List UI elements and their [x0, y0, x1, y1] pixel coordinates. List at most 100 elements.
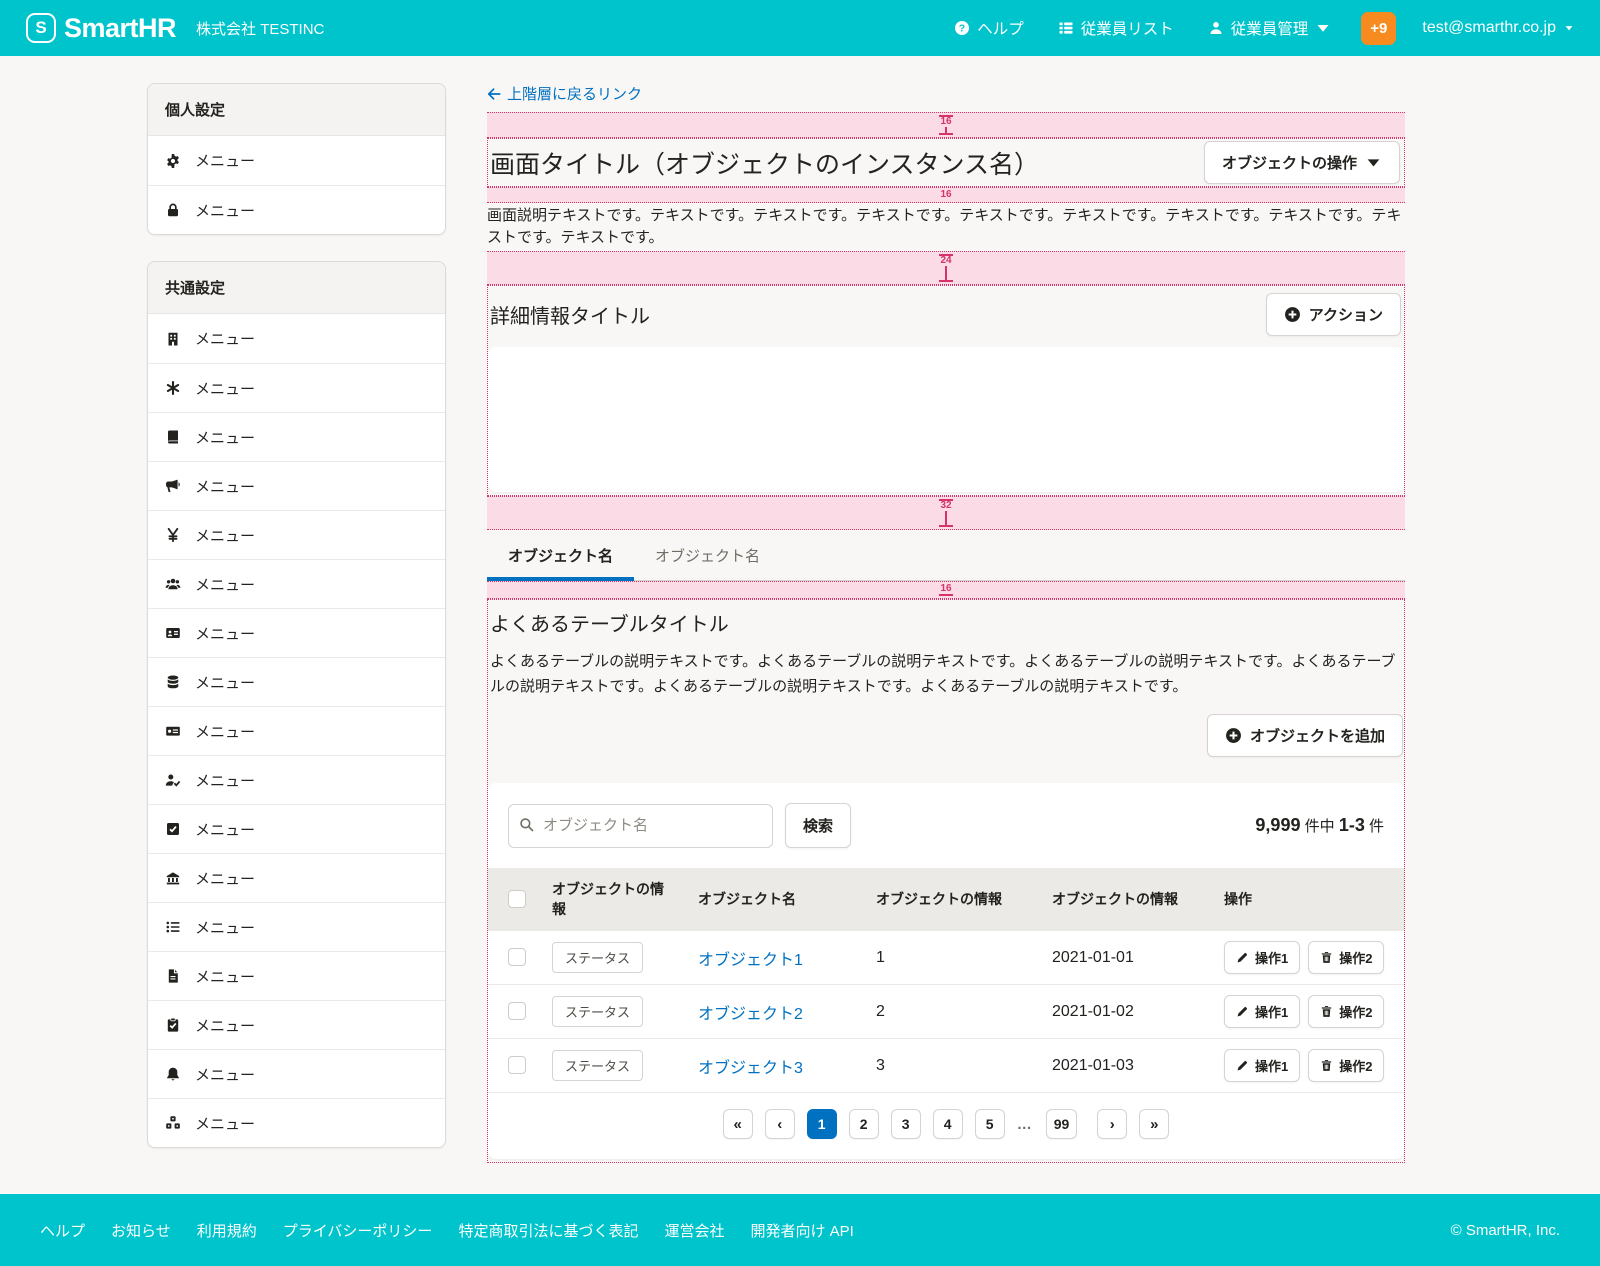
delete-button[interactable]: 操作2 [1308, 995, 1384, 1028]
page-button-3[interactable]: 3 [891, 1109, 921, 1139]
sidebar-item-menu[interactable]: メニュー [148, 314, 445, 363]
user-check-icon [165, 772, 181, 788]
footer-link-news[interactable]: お知らせ [111, 1220, 171, 1241]
action-button[interactable]: アクション [1266, 293, 1401, 336]
help-icon: ? [954, 20, 970, 36]
footer-link-commerce[interactable]: 特定商取引法に基づく表記 [458, 1220, 638, 1241]
object-link[interactable]: オブジェクト1 [698, 952, 803, 969]
trash-icon [1320, 951, 1333, 964]
footer-link-privacy[interactable]: プライバシーポリシー [283, 1220, 433, 1241]
smarthr-logo[interactable]: S SmartHR [26, 13, 176, 44]
asterisk-icon [165, 380, 181, 396]
nav-help[interactable]: ? ヘルプ [954, 17, 1024, 39]
add-object-button[interactable]: オブジェクトを追加 [1207, 714, 1403, 757]
sidebar-item-menu[interactable]: メニュー [148, 804, 445, 853]
sidebar-item-menu[interactable]: メニュー [148, 185, 445, 234]
row-checkbox[interactable] [508, 1002, 526, 1020]
circle-plus-icon [1225, 727, 1242, 744]
page-button-1[interactable]: 1 [807, 1109, 837, 1139]
prev-page-button[interactable]: ‹ [765, 1109, 795, 1139]
sidebar-group-title: 共通設定 [148, 262, 445, 314]
sidebar-item-menu[interactable]: メニュー [148, 853, 445, 902]
id-card-icon [165, 625, 181, 641]
nav-employee-admin[interactable]: 従業員管理 [1208, 17, 1332, 39]
tab-object-name-2[interactable]: オブジェクト名 [634, 533, 781, 580]
footer-link-developer-api[interactable]: 開発者向け API [750, 1220, 853, 1241]
chevron-down-icon [1365, 154, 1382, 171]
account-menu[interactable]: test@smarthr.co.jp [1422, 19, 1574, 37]
notification-badge[interactable]: +9 [1361, 12, 1396, 45]
sidebar-item-menu[interactable]: メニュー [148, 951, 445, 1000]
users-icon [165, 576, 181, 592]
sidebar-item-menu[interactable]: メニュー [148, 1098, 445, 1147]
trash-icon [1320, 1059, 1333, 1072]
yen-icon [165, 527, 181, 543]
delete-button[interactable]: 操作2 [1308, 1049, 1384, 1082]
spacing-value: 16 [938, 117, 953, 127]
page-button-99[interactable]: 99 [1046, 1109, 1078, 1139]
column-header: 操作 [1212, 868, 1404, 931]
sidebar-item-label: メニュー [195, 328, 255, 349]
nav-employee-list[interactable]: 従業員リスト [1058, 17, 1174, 39]
sidebar-item-menu[interactable]: メニュー [148, 363, 445, 412]
object-table: オブジェクトの情報 オブジェクト名 オブジェクトの情報 オブジェクトの情報 操作… [488, 868, 1404, 1092]
table-header-row: オブジェクトの情報 オブジェクト名 オブジェクトの情報 オブジェクトの情報 操作 [488, 868, 1404, 931]
object-link[interactable]: オブジェクト3 [698, 1060, 803, 1077]
sidebar-item-menu[interactable]: メニュー [148, 902, 445, 951]
tab-object-name-1[interactable]: オブジェクト名 [487, 533, 634, 580]
search-button[interactable]: 検索 [785, 803, 851, 848]
sidebar-item-menu[interactable]: メニュー [148, 1000, 445, 1049]
app-header: S SmartHR 株式会社 TESTINC ? ヘルプ 従業員リスト 従業員管… [0, 0, 1600, 56]
nav-help-label: ヘルプ [977, 17, 1024, 39]
status-badge: ステータス [552, 1050, 643, 1081]
sidebar-item-menu[interactable]: メニュー [148, 412, 445, 461]
last-page-button[interactable]: » [1139, 1109, 1169, 1139]
table-section-description: よくあるテーブルの説明テキストです。よくあるテーブルの説明テキストです。よくある… [488, 637, 1404, 699]
result-count-range: 1-3 [1339, 815, 1365, 835]
detail-section-title: 詳細情報タイトル [490, 300, 650, 329]
sidebar-item-menu[interactable]: メニュー [148, 755, 445, 804]
sidebar-item-menu[interactable]: メニュー [148, 706, 445, 755]
select-all-checkbox[interactable] [508, 890, 526, 908]
footer-links: ヘルプ お知らせ 利用規約 プライバシーポリシー 特定商取引法に基づく表記 運営… [40, 1220, 854, 1241]
sidebar-item-menu[interactable]: メニュー [148, 608, 445, 657]
table-row: ステータス オブジェクト2 2 2021-01-02 操作1 [488, 985, 1404, 1039]
megaphone-icon [165, 478, 181, 494]
object-date-cell: 2021-01-01 [1040, 931, 1212, 985]
sidebar-item-menu[interactable]: メニュー [148, 657, 445, 706]
row-checkbox[interactable] [508, 1056, 526, 1074]
page-button-2[interactable]: 2 [849, 1109, 879, 1139]
footer-link-help[interactable]: ヘルプ [40, 1220, 85, 1241]
object-actions-button[interactable]: オブジェクトの操作 [1204, 141, 1400, 184]
edit-button[interactable]: 操作1 [1224, 941, 1300, 974]
sidebar-item-menu[interactable]: メニュー [148, 1049, 445, 1098]
action-button-label: アクション [1309, 304, 1383, 325]
app-footer: ヘルプ お知らせ 利用規約 プライバシーポリシー 特定商取引法に基づく表記 運営… [0, 1194, 1600, 1266]
object-link[interactable]: オブジェクト2 [698, 1006, 803, 1023]
sidebar-group-common: 共通設定 メニュー メニュー メニュー メニュー [147, 261, 446, 1148]
page-button-4[interactable]: 4 [933, 1109, 963, 1139]
edit-button[interactable]: 操作1 [1224, 1049, 1300, 1082]
sidebar-item-menu[interactable]: メニュー [148, 136, 445, 185]
page-button-5[interactable]: 5 [975, 1109, 1005, 1139]
object-info-cell: 1 [864, 931, 1040, 985]
search-input[interactable] [508, 804, 773, 848]
sidebar-item-menu[interactable]: メニュー [148, 510, 445, 559]
sidebar-item-menu[interactable]: メニュー [148, 559, 445, 608]
row-checkbox[interactable] [508, 948, 526, 966]
footer-link-terms[interactable]: 利用規約 [197, 1220, 257, 1241]
sidebar-group-title: 個人設定 [148, 84, 445, 136]
spacing-value: 24 [938, 256, 953, 266]
sidebar-item-menu[interactable]: メニュー [148, 461, 445, 510]
object-info-cell: 3 [864, 1039, 1040, 1093]
spacing-value: 16 [938, 584, 953, 594]
first-page-button[interactable]: « [723, 1109, 753, 1139]
next-page-button[interactable]: › [1097, 1109, 1127, 1139]
back-link[interactable]: 上階層に戻るリンク [487, 83, 642, 104]
page-title-block: 画面タイトル（オブジェクトのインスタンス名） オブジェクトの操作 [487, 138, 1405, 187]
footer-link-company[interactable]: 運営会社 [664, 1220, 724, 1241]
delete-button[interactable]: 操作2 [1308, 941, 1384, 974]
pencil-icon [1236, 1005, 1249, 1018]
search-icon [519, 817, 534, 832]
edit-button[interactable]: 操作1 [1224, 995, 1300, 1028]
